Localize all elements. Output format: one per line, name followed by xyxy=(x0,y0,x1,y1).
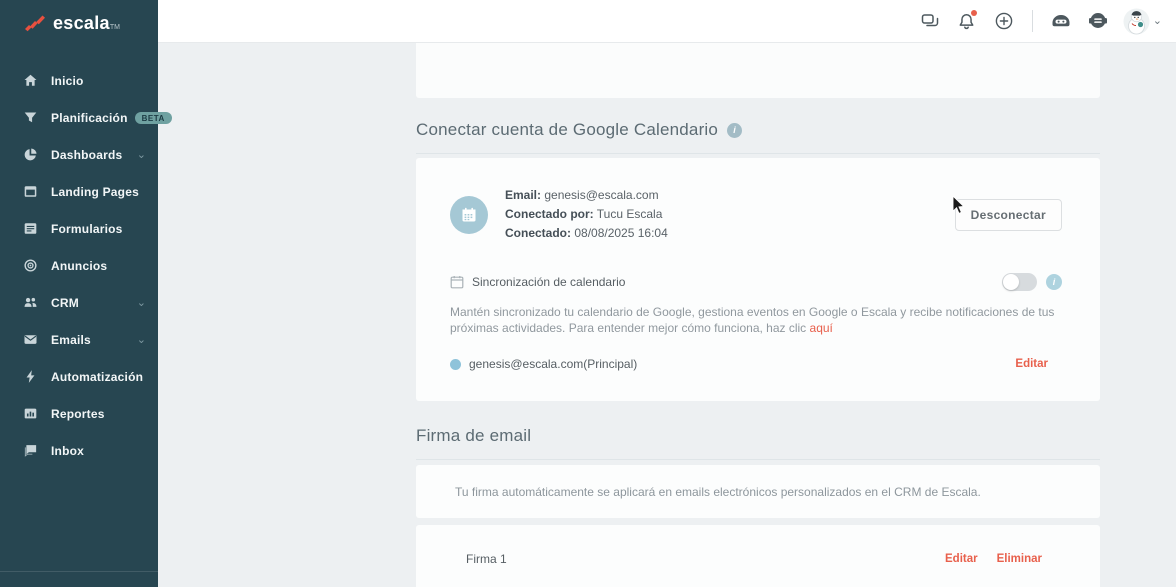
delete-signature-link[interactable]: Eliminar xyxy=(997,553,1042,565)
pie-chart-icon xyxy=(22,147,38,163)
sidebar-item-automatizacion[interactable]: Automatización xyxy=(0,358,158,395)
main-content: Conectar cuenta de Google Calendario i E… xyxy=(158,43,1176,587)
signature-description-card: Tu firma automáticamente se aplicará en … xyxy=(416,465,1100,518)
sidebar-item-planificacion[interactable]: Planificación BETA xyxy=(0,99,158,136)
avatar-snowman-icon xyxy=(1123,8,1150,35)
signature-name: Firma 1 xyxy=(466,552,507,566)
email-label: Email: xyxy=(505,188,541,202)
chevron-down-icon: ⌄ xyxy=(137,298,146,308)
sidebar-item-emails[interactable]: Emails ⌄ xyxy=(0,321,158,358)
sidebar-item-landing-pages[interactable]: Landing Pages xyxy=(0,173,158,210)
sidebar-item-inicio[interactable]: Inicio xyxy=(0,62,158,99)
chevron-down-icon: ⌄ xyxy=(1153,17,1162,25)
app-window: escalaTM Inicio Planificación BETA xyxy=(0,0,1176,587)
aqui-link[interactable]: aquí xyxy=(810,321,833,335)
toggle-knob xyxy=(1003,274,1019,290)
connected-at-value: 08/08/2025 16:04 xyxy=(574,226,667,240)
sidebar-item-crm[interactable]: CRM ⌄ xyxy=(0,284,158,321)
calendar-sync-row: Sincronización de calendario i xyxy=(450,273,1062,291)
sidebar: escalaTM Inicio Planificación BETA xyxy=(0,0,158,587)
messages-icon[interactable] xyxy=(918,9,942,33)
signature-list-card: Firma 1 Editar Eliminar xyxy=(416,525,1100,587)
sidebar-nav: Inicio Planificación BETA Dashboards ⌄ xyxy=(0,62,158,469)
escala-logo-bars-icon xyxy=(24,15,46,33)
add-circle-icon[interactable] xyxy=(992,9,1016,33)
user-avatar[interactable]: ⌄ xyxy=(1123,8,1162,35)
signature-description: Tu firma automáticamente se aplicará en … xyxy=(455,485,981,499)
notification-dot xyxy=(971,10,977,16)
logo-text: escala xyxy=(53,13,110,33)
header-divider xyxy=(1032,10,1033,32)
sync-description: Mantén sincronizado tu calendario de Goo… xyxy=(450,304,1075,336)
people-icon xyxy=(22,295,38,311)
connected-by-label: Conectado por: xyxy=(505,207,594,221)
chatbot-icon[interactable] xyxy=(1086,9,1110,33)
chevron-down-icon: ⌄ xyxy=(137,150,146,160)
megaphone-target-icon xyxy=(22,258,38,274)
home-icon xyxy=(22,73,38,89)
info-icon[interactable]: i xyxy=(727,123,742,138)
connected-by-value: Tucu Escala xyxy=(597,207,663,221)
edit-signature-link[interactable]: Editar xyxy=(945,553,978,565)
calendar-account-item: genesis@escala.com(Principal) Editar xyxy=(450,357,1062,371)
notifications-bell-icon[interactable] xyxy=(955,9,979,33)
account-email: genesis@escala.com(Principal) xyxy=(469,357,637,371)
envelope-icon xyxy=(22,332,38,348)
sync-toggle[interactable] xyxy=(1002,273,1037,291)
google-calendar-card: Email: genesis@escala.com Conectado por:… xyxy=(416,158,1100,401)
beta-badge: BETA xyxy=(135,112,172,124)
signature-section-title: Firma de email xyxy=(416,426,1100,460)
edit-calendar-link[interactable]: Editar xyxy=(1015,358,1048,370)
chevron-down-icon: ⌄ xyxy=(137,335,146,345)
top-header: ⌄ xyxy=(158,0,1176,43)
sidebar-item-reportes[interactable]: Reportes xyxy=(0,395,158,432)
calendar-mini-icon xyxy=(450,275,464,289)
form-icon xyxy=(22,221,38,237)
sidebar-item-dashboards[interactable]: Dashboards ⌄ xyxy=(0,136,158,173)
calendar-section-title: Conectar cuenta de Google Calendario i xyxy=(416,120,1100,154)
disconnect-button[interactable]: Desconectar xyxy=(955,199,1062,231)
sync-info-icon[interactable]: i xyxy=(1046,274,1062,290)
escala-logo[interactable]: escalaTM xyxy=(0,0,158,34)
sidebar-item-inbox[interactable]: Inbox xyxy=(0,432,158,469)
sidebar-item-anuncios[interactable]: Anuncios xyxy=(0,247,158,284)
logo-tm: TM xyxy=(110,24,120,31)
calendar-color-dot xyxy=(450,359,461,370)
lightning-icon xyxy=(22,369,38,385)
email-value: genesis@escala.com xyxy=(544,188,658,202)
connected-account-row: Email: genesis@escala.com Conectado por:… xyxy=(450,186,1062,243)
calendar-avatar-icon xyxy=(450,196,488,234)
previous-section-card xyxy=(416,43,1100,98)
sync-label: Sincronización de calendario xyxy=(472,275,625,289)
chat-bubble-icon xyxy=(22,443,38,459)
filter-icon xyxy=(22,110,38,126)
landing-page-icon xyxy=(22,184,38,200)
assistant-robot-icon[interactable] xyxy=(1049,9,1073,33)
account-info: Email: genesis@escala.com Conectado por:… xyxy=(505,186,668,243)
connected-label: Conectado: xyxy=(505,226,571,240)
sidebar-footer-divider xyxy=(0,571,158,572)
bar-chart-icon xyxy=(22,406,38,422)
sidebar-item-formularios[interactable]: Formularios xyxy=(0,210,158,247)
